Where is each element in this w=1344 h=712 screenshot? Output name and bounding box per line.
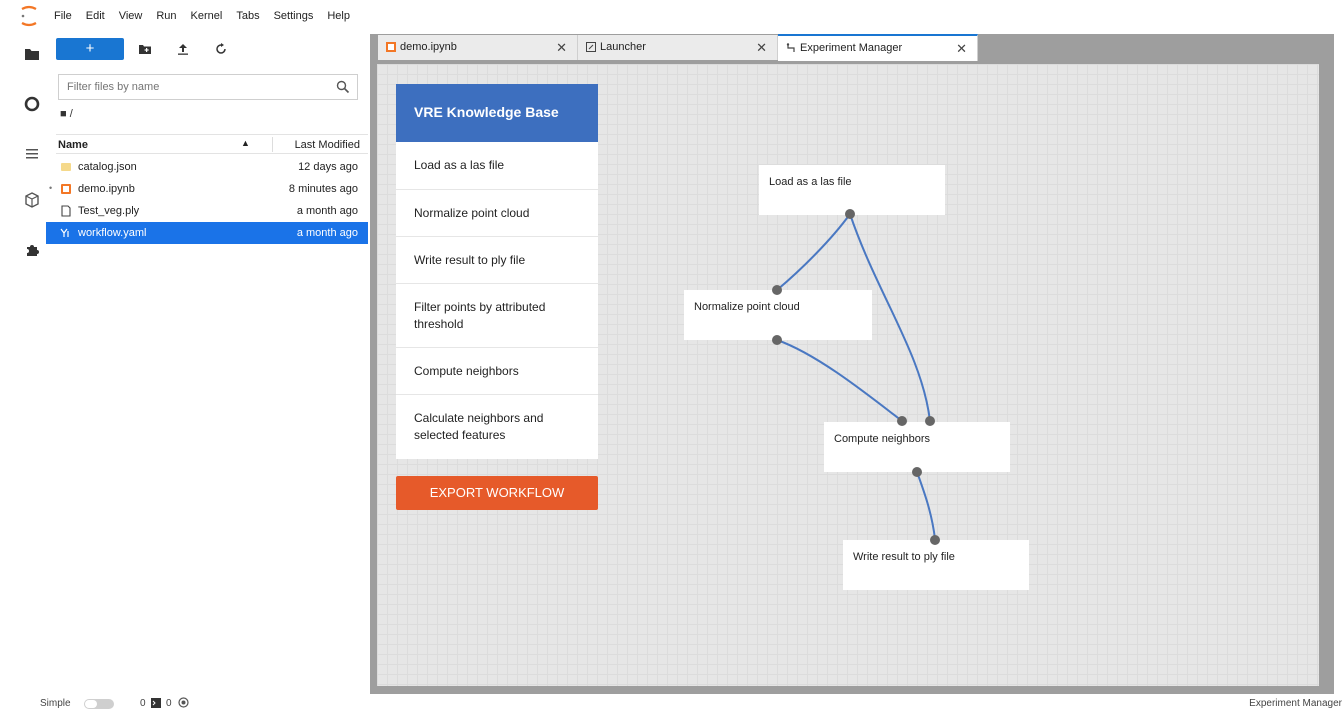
file-modified: 8 minutes ago [288, 183, 358, 195]
edge-normalize-to-compute [776, 339, 903, 422]
file-row[interactable]: catalog.json 12 days ago [46, 156, 368, 178]
workflow-canvas[interactable]: VRE Knowledge Base Load as a las file No… [377, 64, 1319, 686]
close-tab-icon[interactable]: ✕ [556, 40, 567, 56]
input-port[interactable] [925, 416, 935, 426]
menu-run[interactable]: Run [156, 10, 176, 22]
running-indicator: • [49, 183, 53, 193]
filter-box [58, 74, 358, 100]
new-folder-icon[interactable] [138, 42, 152, 56]
menu-settings[interactable]: Settings [274, 10, 314, 22]
menu-tabs[interactable]: Tabs [236, 10, 259, 22]
menu-file[interactable]: File [54, 10, 72, 22]
workflow-node-compute-neighbors[interactable]: Compute neighbors [824, 422, 1010, 472]
upload-icon[interactable] [176, 42, 190, 56]
file-name: workflow.yaml [78, 227, 147, 239]
refresh-icon[interactable] [214, 42, 228, 56]
input-port[interactable] [772, 285, 782, 295]
file-modified: a month ago [296, 205, 358, 217]
menu-edit[interactable]: Edit [86, 10, 105, 22]
node-label: Compute neighbors [834, 433, 931, 445]
input-port[interactable] [897, 416, 907, 426]
file-icon [61, 205, 71, 217]
extension-puzzle-icon[interactable] [24, 242, 40, 258]
sort-ascending-icon: ▲ [241, 138, 250, 148]
tab-bar: demo.ipynb ✕ Launcher ✕ Experiment Manag… [370, 34, 1334, 61]
workflow-node-load-las[interactable]: Load as a las file [759, 165, 945, 215]
file-name: demo.ipynb [78, 183, 135, 195]
running-icon[interactable] [24, 96, 40, 112]
tab-experiment-manager[interactable]: Experiment Manager ✕ [778, 34, 978, 61]
column-header-name[interactable]: Name [58, 139, 88, 151]
file-name: Test_veg.ply [78, 205, 140, 217]
workflow-edges [776, 213, 936, 540]
node-label: Normalize point cloud [694, 301, 800, 313]
simple-mode-label: Simple [40, 698, 71, 709]
yaml-file-icon [60, 228, 69, 237]
activity-bar [18, 34, 46, 694]
file-row[interactable]: • demo.ipynb 8 minutes ago [46, 178, 368, 200]
tab-launcher[interactable]: Launcher ✕ [578, 35, 778, 60]
terminal-icon [151, 698, 161, 708]
menu-bar: File Edit View Run Kernel Tabs Settings … [0, 0, 1344, 34]
output-port[interactable] [772, 335, 782, 345]
main-area: demo.ipynb ✕ Launcher ✕ Experiment Manag… [370, 34, 1334, 694]
close-tab-icon[interactable]: ✕ [956, 41, 967, 57]
file-modified: 12 days ago [298, 161, 358, 173]
file-modified: a month ago [296, 227, 358, 239]
file-list-header: Name ▲ Last Modified [56, 134, 368, 154]
folder-icon[interactable] [24, 46, 40, 62]
output-port[interactable] [912, 467, 922, 477]
filter-files-input[interactable] [65, 76, 325, 98]
search-icon [336, 80, 350, 94]
workflow-node-normalize[interactable]: Normalize point cloud [684, 290, 872, 340]
column-divider[interactable] [272, 137, 273, 152]
tab-demo-ipynb[interactable]: demo.ipynb ✕ [378, 35, 578, 60]
kernel-status-icon [178, 697, 189, 708]
notebook-icon [61, 184, 71, 194]
status-bar: Simple 0 0 Experiment Manager [0, 694, 1344, 712]
file-row-selected[interactable]: workflow.yaml a month ago [46, 222, 368, 244]
kernel-count: 0 [140, 698, 146, 709]
new-launcher-button[interactable]: + [56, 38, 124, 60]
simple-mode-toggle[interactable] [84, 699, 114, 709]
workflow-node-write-ply[interactable]: Write result to ply file [843, 540, 1029, 590]
terminal-count: 0 [166, 698, 172, 709]
launcher-icon [586, 42, 596, 52]
close-tab-icon[interactable]: ✕ [756, 40, 767, 56]
breadcrumb[interactable]: ■ / [60, 108, 73, 120]
file-browser: + ■ / Name ▲ Last Modified catalog.json … [46, 34, 368, 694]
node-label: Load as a las file [769, 176, 852, 188]
menu-view[interactable]: View [119, 10, 143, 22]
experiment-icon [786, 43, 795, 52]
menu-kernel[interactable]: Kernel [191, 10, 223, 22]
file-name: catalog.json [78, 161, 137, 173]
json-file-icon [61, 163, 71, 171]
edge-compute-to-write [916, 471, 936, 540]
column-header-last-modified[interactable]: Last Modified [295, 139, 360, 151]
status-current-activity: Experiment Manager [1249, 698, 1342, 709]
notebook-icon [386, 42, 396, 52]
node-label: Write result to ply file [853, 551, 955, 563]
file-row[interactable]: Test_veg.ply a month ago [46, 200, 368, 222]
jupyter-logo-icon [21, 5, 37, 27]
file-browser-toolbar: + [56, 38, 356, 60]
edge-load-to-normalize [776, 213, 851, 291]
menu-help[interactable]: Help [327, 10, 350, 22]
input-port[interactable] [930, 535, 940, 545]
property-inspector-icon[interactable] [24, 192, 40, 208]
output-port[interactable] [845, 209, 855, 219]
commands-icon[interactable] [24, 146, 40, 162]
